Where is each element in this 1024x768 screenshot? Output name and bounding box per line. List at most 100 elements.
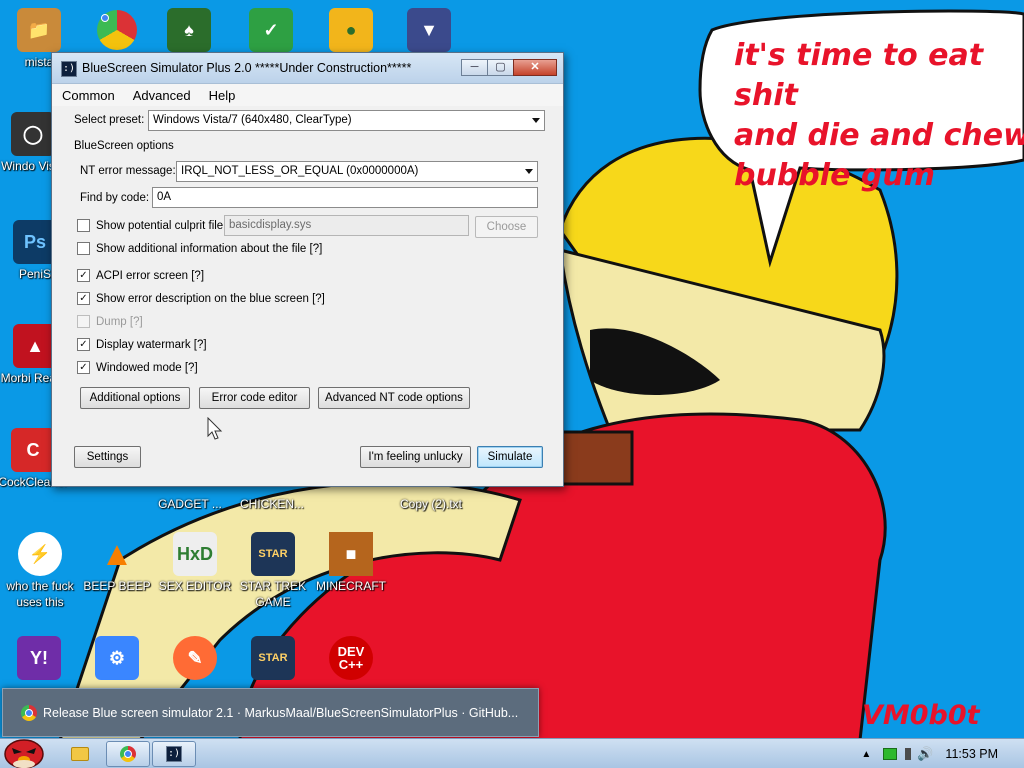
taskbar-explorer[interactable] [58,741,102,767]
artist-signature: VM0b0t [862,700,980,731]
desktop-icon-star-trek[interactable]: STAR STAR TREK GAME [234,532,312,610]
bolt-icon: ⚡ [18,532,62,576]
desktop-icon-hxd[interactable]: HxD SEX EDITOR [156,532,234,594]
culprit-file-input[interactable]: basicdisplay.sys [224,215,469,236]
desktop-icon-bad-piggies[interactable]: ● [312,8,390,54]
desktop-icon-minecraft[interactable]: ■ MINECRAFT [312,532,390,594]
volume-icon[interactable]: 🔊 [917,746,933,762]
check-icon: ✓ [77,361,90,374]
menu-common[interactable]: Common [60,87,117,104]
chevron-down-icon [525,169,533,174]
additional-info-checkbox[interactable]: Show additional information about the fi… [77,242,322,255]
minecraft-icon: ■ [329,532,373,576]
app-icon: :) [166,746,182,762]
culprit-checkbox[interactable]: Show potential culprit file [77,219,223,232]
desktop-icon-chicken[interactable]: CHICKEN... [232,496,312,512]
advanced-nt-options-button[interactable]: Advanced NT code options [318,387,470,409]
chrome-icon [95,8,139,52]
feeling-unlucky-button[interactable]: I'm feeling unlucky [360,446,471,468]
figure-strap [558,430,634,486]
desktop-icon-gadget[interactable]: GADGET ... [150,496,230,512]
taskbar-chrome[interactable] [106,741,150,767]
settings-icon: ⚙ [95,636,139,680]
nt-error-label: NT error message: [80,165,176,177]
check-icon: ✓ [77,269,90,282]
watermark-checkbox[interactable]: ✓ Display watermark [?] [77,338,207,351]
check-icon: ✓ [77,338,90,351]
yahoo-icon: Y! [17,636,61,680]
desktop-icon-label: Copy (2).txt [399,497,462,511]
chevron-up-icon[interactable]: ▲ [861,749,871,760]
desktop-icon-label: STAR TREK GAME [239,579,307,609]
desktop-icon-devcpp[interactable]: DEV C++ [312,636,390,682]
desktop-icon-yahoo[interactable]: Y! [0,636,78,682]
menu-advanced[interactable]: Advanced [131,87,193,104]
network-icon[interactable] [883,748,898,760]
speech-line-1: it's time to eat shit [734,38,984,113]
checkbox-box [77,315,90,328]
desktop-icon-emblem[interactable]: ▼ [390,8,468,54]
title-bar[interactable]: :) BlueScreen Simulator Plus 2.0 *****Un… [52,53,563,84]
preview-title: Release Blue screen simulator 2.1 · Mark… [43,705,519,720]
checkbox-label: Show additional information about the fi… [96,242,323,255]
desktop-icon-star-wars[interactable]: STAR [234,636,312,682]
chrome-icon [120,746,136,762]
start-button-angry-bird-icon[interactable] [2,736,46,768]
desktop-icon-vlc[interactable]: ▲ BEEP BEEP [78,532,156,594]
checkbox-box [77,242,90,255]
cone-icon: ▲ [100,535,134,573]
chevron-down-icon [532,118,540,123]
desktop-icon-label: MINECRAFT [316,579,386,593]
choose-button[interactable]: Choose [475,216,538,238]
windowed-mode-checkbox[interactable]: ✓ Windowed mode [?] [77,361,198,374]
desktop-icon-label: BEEP BEEP [83,579,151,593]
window-title: BlueScreen Simulator Plus 2.0 *****Under… [82,61,412,75]
error-code-editor-button[interactable]: Error code editor [199,387,310,409]
error-description-checkbox[interactable]: ✓ Show error description on the blue scr… [77,292,325,305]
desktop-icon-bolt[interactable]: ⚡ who the fuck uses this [0,532,80,610]
nt-error-select[interactable]: IRQL_NOT_LESS_OR_EQUAL (0x0000000A) [176,161,538,182]
checkbox-label: Show error description on the blue scree… [96,292,325,305]
close-button[interactable]: ✕ [513,59,557,76]
additional-options-button[interactable]: Additional options [80,387,190,409]
desktop-icon-chrome[interactable] [78,8,156,54]
speech-line-3: bubble gum [734,158,935,193]
menu-help[interactable]: Help [207,87,238,104]
paint-icon: ✎ [173,636,217,680]
battery-icon[interactable] [905,748,912,760]
taskbar-thumbnail-preview[interactable]: Release Blue screen simulator 2.1 · Mark… [2,688,539,737]
nt-error-value: IRQL_NOT_LESS_OR_EQUAL (0x0000000A) [181,165,419,177]
speech-text: it's time to eat shit and die and chew b… [734,36,1024,196]
acpi-checkbox[interactable]: ✓ ACPI error screen [?] [77,269,204,282]
simulate-button[interactable]: Simulate [477,446,543,468]
taskbar-bluescreen-simulator[interactable]: :) [152,741,196,767]
find-by-code-input[interactable]: 0A [152,187,538,208]
maximize-button[interactable]: ▢ [487,59,514,76]
desktop-icon-paint[interactable]: ✎ [156,636,234,682]
dump-checkbox[interactable]: Dump [?] [77,315,143,328]
desktop-icon-solitaire[interactable]: ♠ [150,8,228,54]
section-label: BlueScreen options [74,140,174,152]
system-tray: ▲ 🔊 11:53 PM [861,740,1024,768]
desktop-icon-label: GADGET ... [158,497,222,511]
window-content: Select preset: Windows Vista/7 (640x480,… [52,106,563,486]
preset-label: Select preset: [74,114,145,126]
desktop-icon-shield[interactable]: ✓ [232,8,310,54]
trash-icon: ◯ [11,112,55,156]
user-folder-icon: 📁 [17,8,61,52]
devcpp-icon: DEV C++ [329,636,373,680]
shield-icon: ✓ [249,8,293,52]
star-wars-icon: STAR [251,636,295,680]
app-icon: :) [61,61,77,77]
mouse-cursor-icon [207,417,223,440]
bad-piggies-icon: ● [329,8,373,52]
clock[interactable]: 11:53 PM [945,747,998,761]
desktop-icon-copy-txt[interactable]: Copy (2).txt [388,496,474,512]
settings-button[interactable]: Settings [74,446,141,468]
minimize-button[interactable]: ─ [461,59,488,76]
culprit-label: Show potential culprit file [96,219,224,232]
checkbox-label: ACPI error screen [?] [96,269,205,282]
menu-bar: Common Advanced Help [52,84,563,106]
preset-select[interactable]: Windows Vista/7 (640x480, ClearType) [148,110,545,131]
desktop-icon-settings[interactable]: ⚙ [78,636,156,682]
